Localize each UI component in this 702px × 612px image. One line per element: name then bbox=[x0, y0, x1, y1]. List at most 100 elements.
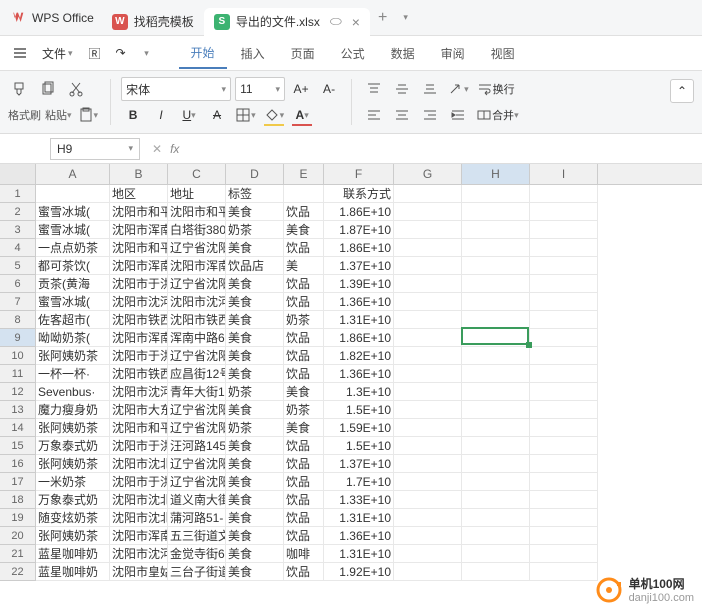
cell[interactable]: 联系方式 bbox=[324, 185, 394, 203]
align-center-button[interactable] bbox=[390, 103, 414, 127]
cancel-icon[interactable]: ✕ bbox=[152, 142, 162, 156]
cell[interactable] bbox=[462, 527, 530, 545]
menu-tab-view[interactable]: 视图 bbox=[479, 39, 527, 68]
cell[interactable]: 美 bbox=[284, 257, 324, 275]
cell[interactable] bbox=[394, 563, 462, 581]
cell[interactable]: 沈阳市沈河 bbox=[110, 383, 168, 401]
cell[interactable]: 呦呦奶茶( bbox=[36, 329, 110, 347]
cell[interactable]: 蓝星咖啡奶 bbox=[36, 545, 110, 563]
col-header-E[interactable]: E bbox=[284, 164, 324, 184]
cell[interactable] bbox=[462, 491, 530, 509]
cell[interactable]: 美食 bbox=[226, 275, 284, 293]
cell[interactable] bbox=[394, 401, 462, 419]
cell[interactable]: 辽宁省沈阳 bbox=[168, 239, 226, 257]
cell[interactable]: 饮品 bbox=[284, 275, 324, 293]
cell[interactable]: 1.82E+10 bbox=[324, 347, 394, 365]
font-decrease-button[interactable]: A- bbox=[317, 77, 341, 101]
cell[interactable] bbox=[394, 491, 462, 509]
cell[interactable]: 沈阳市沈北 bbox=[110, 455, 168, 473]
cell[interactable]: 美食 bbox=[226, 545, 284, 563]
merge-button[interactable]: 合并▾ bbox=[474, 103, 521, 127]
cell[interactable]: 1.31E+10 bbox=[324, 509, 394, 527]
cell[interactable]: 饮品 bbox=[284, 203, 324, 221]
cell[interactable]: 咖啡 bbox=[284, 545, 324, 563]
cell[interactable]: 白塔街380 bbox=[168, 221, 226, 239]
cell[interactable]: 金觉寺街6 bbox=[168, 545, 226, 563]
cell[interactable] bbox=[462, 473, 530, 491]
cell[interactable]: 美食 bbox=[226, 527, 284, 545]
cell[interactable] bbox=[530, 509, 598, 527]
cell[interactable]: 三台子街道 bbox=[168, 563, 226, 581]
cell[interactable] bbox=[462, 437, 530, 455]
cell[interactable]: 随变炫奶茶 bbox=[36, 509, 110, 527]
cell[interactable] bbox=[394, 221, 462, 239]
cell[interactable] bbox=[394, 365, 462, 383]
cell[interactable]: 沈阳市大东 bbox=[110, 401, 168, 419]
row-header[interactable]: 12 bbox=[0, 383, 36, 401]
cell[interactable]: 沈阳市和平 bbox=[110, 239, 168, 257]
cell[interactable]: 美食 bbox=[226, 329, 284, 347]
cell[interactable] bbox=[462, 455, 530, 473]
cell[interactable]: 1.86E+10 bbox=[324, 239, 394, 257]
new-tab-button[interactable]: + bbox=[370, 9, 395, 27]
cell[interactable] bbox=[394, 527, 462, 545]
cell[interactable]: 饮品店 bbox=[226, 257, 284, 275]
cell[interactable] bbox=[530, 185, 598, 203]
cell[interactable]: 1.86E+10 bbox=[324, 329, 394, 347]
menu-tab-formula[interactable]: 公式 bbox=[329, 39, 377, 68]
cell[interactable] bbox=[530, 365, 598, 383]
align-top-button[interactable] bbox=[362, 77, 386, 101]
cell[interactable] bbox=[394, 437, 462, 455]
cell[interactable]: 沈阳市沈河 bbox=[168, 293, 226, 311]
cell[interactable]: 五三街道文 bbox=[168, 527, 226, 545]
cell[interactable]: 美食 bbox=[226, 401, 284, 419]
tab-templates[interactable]: W 找稻壳模板 bbox=[102, 8, 204, 36]
cell[interactable] bbox=[462, 185, 530, 203]
cell[interactable]: 美食 bbox=[226, 365, 284, 383]
cell[interactable]: 地区 bbox=[110, 185, 168, 203]
cell[interactable]: 标签 bbox=[226, 185, 284, 203]
nav-fwd-button[interactable]: ↷ bbox=[109, 41, 133, 65]
italic-button[interactable]: I bbox=[149, 103, 173, 127]
cell[interactable]: 沈阳市于洪 bbox=[110, 275, 168, 293]
cell[interactable]: 饮品 bbox=[284, 473, 324, 491]
cell[interactable]: 饮品 bbox=[284, 293, 324, 311]
clipboard-icon[interactable]: ▾ bbox=[76, 103, 101, 127]
cell[interactable]: 魔力瘦身奶 bbox=[36, 401, 110, 419]
menu-tab-insert[interactable]: 插入 bbox=[229, 39, 277, 68]
cell[interactable]: 饮品 bbox=[284, 347, 324, 365]
menu-tab-data[interactable]: 数据 bbox=[379, 39, 427, 68]
cell[interactable]: 沈阳市浑南 bbox=[168, 257, 226, 275]
cell[interactable]: 奶茶 bbox=[284, 401, 324, 419]
cell[interactable]: 沈阳市浑南 bbox=[110, 221, 168, 239]
cell[interactable]: 1.3E+10 bbox=[324, 383, 394, 401]
cell[interactable]: 1.87E+10 bbox=[324, 221, 394, 239]
cell[interactable] bbox=[394, 203, 462, 221]
cell[interactable] bbox=[530, 203, 598, 221]
col-header-F[interactable]: F bbox=[324, 164, 394, 184]
cell[interactable] bbox=[394, 311, 462, 329]
cell[interactable]: 蜜雪冰城( bbox=[36, 221, 110, 239]
cell[interactable]: 美食 bbox=[226, 293, 284, 311]
cell[interactable]: 沈阳市铁西 bbox=[110, 311, 168, 329]
cut-icon[interactable] bbox=[64, 77, 88, 101]
cell[interactable] bbox=[530, 347, 598, 365]
cell[interactable]: 辽宁省沈阳 bbox=[168, 275, 226, 293]
cell[interactable] bbox=[462, 563, 530, 581]
cell[interactable]: 1.36E+10 bbox=[324, 365, 394, 383]
cell[interactable] bbox=[394, 257, 462, 275]
cell[interactable] bbox=[462, 203, 530, 221]
cell[interactable]: 万象泰式奶 bbox=[36, 491, 110, 509]
cell[interactable] bbox=[394, 473, 462, 491]
col-header-G[interactable]: G bbox=[394, 164, 462, 184]
row-header[interactable]: 22 bbox=[0, 563, 36, 581]
cell[interactable] bbox=[394, 509, 462, 527]
cell[interactable]: 1.37E+10 bbox=[324, 455, 394, 473]
cell[interactable]: 1.5E+10 bbox=[324, 401, 394, 419]
cell[interactable] bbox=[462, 545, 530, 563]
cell[interactable] bbox=[530, 455, 598, 473]
cell[interactable]: 美食 bbox=[226, 311, 284, 329]
cell[interactable] bbox=[36, 185, 110, 203]
cell[interactable]: 饮品 bbox=[284, 455, 324, 473]
cell[interactable]: 应昌街12号 bbox=[168, 365, 226, 383]
